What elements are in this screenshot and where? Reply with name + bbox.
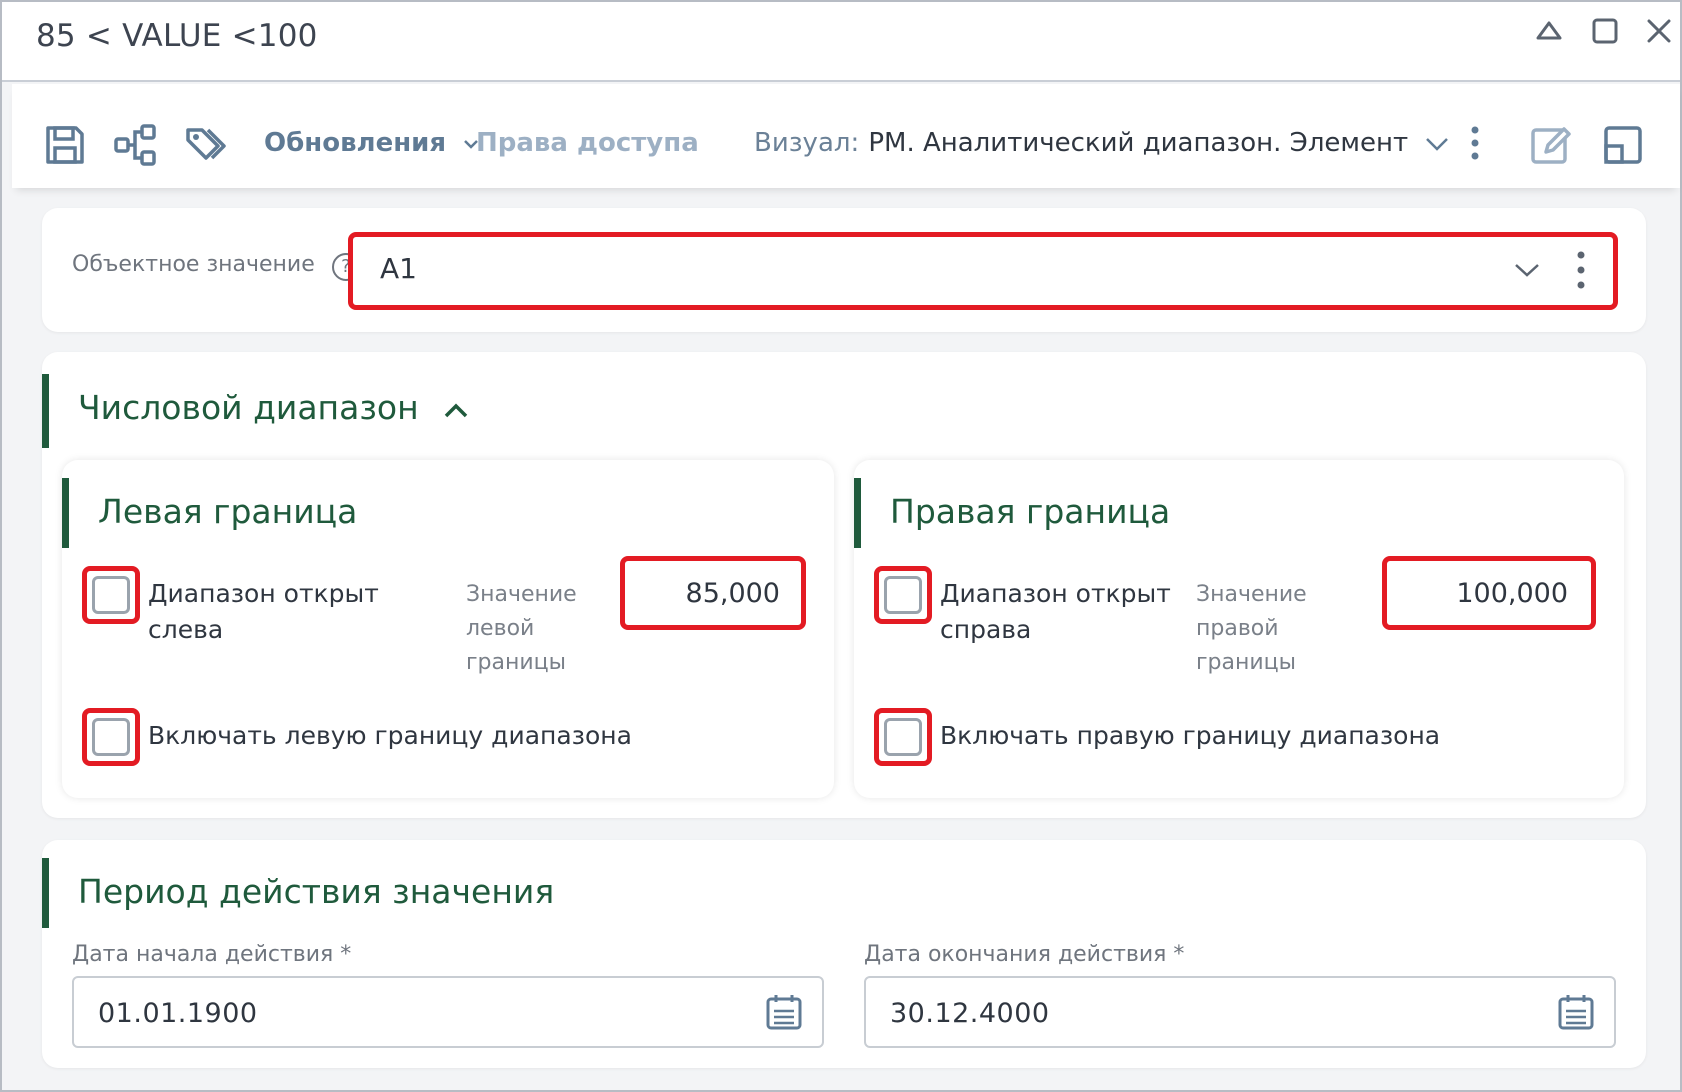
highlight-object-value (348, 232, 1618, 310)
minimize-icon[interactable] (1532, 14, 1566, 48)
section-accent-bar (854, 478, 861, 548)
validity-period-title: Период действия значения (78, 872, 555, 911)
highlight-right-open (874, 566, 932, 624)
chevron-up-icon[interactable] (443, 401, 469, 419)
left-open-label: Диапазон открыт слева (148, 579, 379, 644)
object-value-label-row: Объектное значение ? (72, 252, 360, 281)
maximize-icon[interactable] (1588, 14, 1622, 48)
more-vertical-icon[interactable] (1452, 122, 1479, 168)
close-icon[interactable] (1642, 14, 1676, 48)
right-include-label: Включать правую границу диапазона (940, 721, 1441, 750)
left-include-label: Включать левую границу диапазона (148, 721, 632, 750)
calendar-icon[interactable] (1556, 992, 1596, 1032)
section-accent-bar (62, 478, 69, 548)
end-date-value: 30.12.4000 (890, 998, 1050, 1029)
right-value-label: Значение правой границы (1196, 582, 1307, 675)
visual-selector[interactable]: Визуал: РМ. Аналитический диапазон. Элем… (754, 128, 1449, 158)
chevron-down-icon (1426, 137, 1449, 151)
numeric-range-title: Числовой диапазон (78, 388, 419, 427)
highlight-left-open (82, 566, 140, 624)
right-boundary-title: Правая граница (890, 492, 1171, 531)
layout-icon[interactable] (1600, 122, 1646, 168)
highlight-left-value (620, 556, 806, 630)
start-date-value: 01.01.1900 (98, 998, 258, 1029)
updates-label: Обновления (264, 128, 447, 158)
edit-icon[interactable] (1528, 122, 1574, 168)
updates-menu[interactable]: Обновления (264, 128, 479, 158)
left-boundary-title: Левая граница (98, 492, 358, 531)
dialog-window: 85 < VALUE <100 Обновления Права доступа… (0, 0, 1682, 1092)
start-date-label: Дата начала действия * (72, 942, 352, 967)
access-rights-link[interactable]: Права доступа (476, 128, 699, 158)
title-bar: 85 < VALUE <100 (2, 2, 1680, 82)
highlight-left-include (82, 708, 140, 766)
object-value-label: Объектное значение (72, 252, 315, 277)
section-accent-bar (42, 858, 49, 928)
window-title: 85 < VALUE <100 (36, 18, 318, 54)
toolbar: Обновления Права доступа Визуал: РМ. Ана… (12, 84, 1680, 188)
highlight-right-include (874, 708, 932, 766)
numeric-range-header[interactable]: Числовой диапазон (78, 388, 469, 427)
section-accent-bar (42, 374, 49, 448)
left-value-label: Значение левой границы (466, 582, 577, 675)
tags-icon[interactable] (184, 122, 230, 168)
hierarchy-icon[interactable] (112, 122, 158, 168)
end-date-label: Дата окончания действия * (864, 942, 1185, 967)
end-date-input[interactable]: 30.12.4000 (864, 976, 1616, 1048)
visual-value: РМ. Аналитический диапазон. Элемент (868, 128, 1409, 158)
right-open-label: Диапазон открыт справа (940, 579, 1171, 644)
highlight-right-value (1382, 556, 1596, 630)
visual-label: Визуал: (754, 128, 860, 158)
start-date-input[interactable]: 01.01.1900 (72, 976, 824, 1048)
save-icon[interactable] (42, 122, 88, 168)
calendar-icon[interactable] (764, 992, 804, 1032)
